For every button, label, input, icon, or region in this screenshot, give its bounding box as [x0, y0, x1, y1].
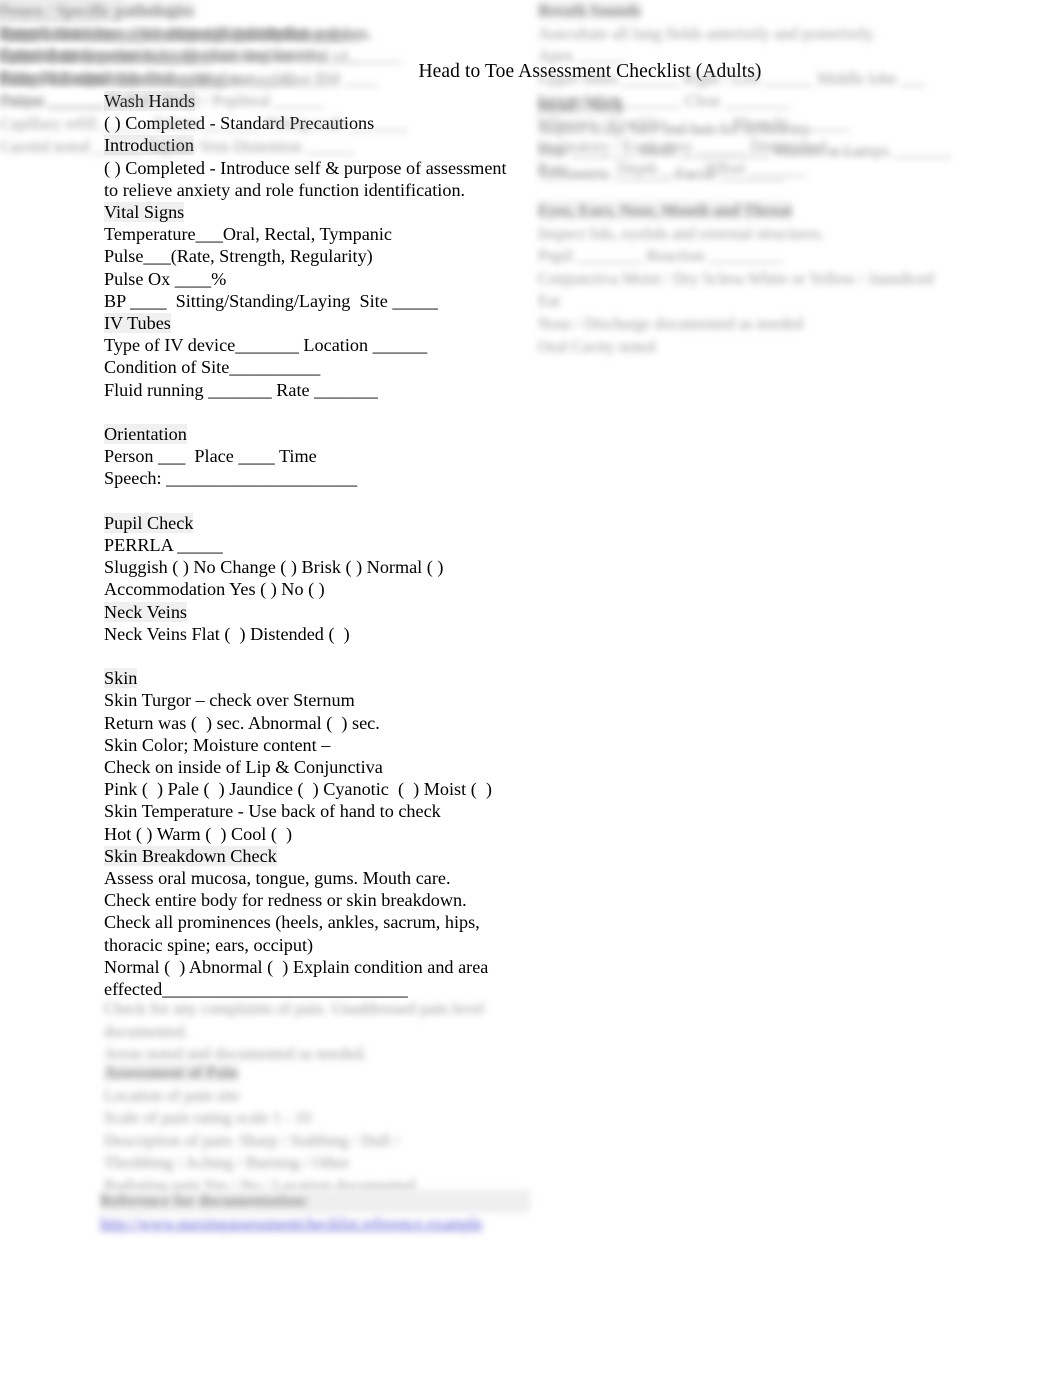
blurred-text-block-breath-sounds: Breath Sounds Auscultate all lung fields…	[538, 1, 926, 179]
checklist-line: Pulse Ox ____%	[104, 268, 227, 289]
blurred-section-heading: Breath Sounds	[538, 1, 642, 20]
section-heading: Vital Signs	[104, 202, 185, 223]
checklist-line: Sluggish ( ) No Change ( ) Brisk ( ) Nor…	[104, 557, 444, 578]
blurred-text-block-pain-note: Check for any complaints of pain. Unaddr…	[104, 999, 485, 1064]
blurred-text-block-eent: Eyes, Ears, Nose, Mouth and Throat Inspe…	[538, 201, 934, 356]
blurred-text-block-neuro-drainage: Neuro / Specific pathologies Specific as…	[0, 1, 402, 88]
checklist-line: Assess oral mucosa, tongue, gums. Mouth …	[104, 868, 451, 889]
blurred-hyperlink[interactable]: http://www.nursingassessmentchecklist.re…	[100, 1213, 530, 1236]
checklist-line: Pulse___(Rate, Strength, Regularity)	[104, 246, 373, 267]
blurred-reference-label: Reference for documentation:	[100, 1190, 530, 1213]
checklist-line: Check entire body for redness or skin br…	[104, 890, 467, 911]
checklist-line: Condition of Site__________	[104, 357, 321, 378]
checklist-line: Skin Turgor – check over Sternum	[104, 690, 355, 711]
checklist-line: Neck Veins Flat ( ) Distended ( )	[104, 623, 350, 644]
checklist-line: Pink ( ) Pale ( ) Jaundice ( ) Cyanotic …	[104, 779, 492, 800]
checklist-line: effected___________________________	[104, 979, 408, 1000]
checklist-line: Check on inside of Lip & Conjunctiva	[104, 757, 383, 778]
checklist-line: to relieve anxiety and role function ide…	[104, 179, 466, 200]
checklist-line: Temperature___Oral, Rectal, Tympanic	[104, 224, 393, 245]
section-heading: Neck Veins	[104, 601, 188, 622]
blurred-text-block-pain-assessment: Assessment of Pain Location of pain site…	[104, 1063, 416, 1195]
blurred-section-heading: Neuro / Specific pathologies	[0, 1, 195, 20]
blurred-section-heading: Eyes, Ears, Nose, Mouth and Throat	[538, 201, 793, 220]
checklist-line: ( ) Completed - Introduce self & purpose…	[104, 157, 507, 178]
section-heading: Skin Breakdown Check	[104, 845, 277, 866]
checklist-line: BP ____ Sitting/Standing/Laying Site ___…	[104, 290, 438, 311]
checklist-line: PERRLA _____	[104, 535, 223, 556]
section-heading: IV Tubes	[104, 313, 171, 334]
checklist-line: thoracic spine; ears, occiput)	[104, 934, 314, 955]
checklist-line: Return was ( ) sec. Abnormal ( ) sec.	[104, 712, 380, 733]
checklist-line: Hot ( ) Warm ( ) Cool ( )	[104, 823, 293, 844]
checklist-line: Check all prominences (heels, ankles, sa…	[104, 912, 480, 933]
section-heading: Orientation	[104, 424, 187, 445]
left-column-checklist: Wash Hands( ) Completed - Standard Preca…	[104, 90, 536, 1000]
checklist-line: Skin Color; Moisture content –	[104, 734, 331, 755]
checklist-line: Fluid running _______ Rate _______	[104, 379, 378, 400]
blurred-reference-link-block[interactable]: Reference for documentation: http://www.n…	[100, 1190, 530, 1235]
checklist-line: Accommodation Yes ( ) No ( )	[104, 579, 325, 600]
checklist-line: Speech: _____________________	[104, 468, 358, 489]
checklist-line: Person ___ Place ____ Time	[104, 446, 317, 467]
section-heading: Pupil Check	[104, 512, 194, 533]
blurred-section-heading: Assessment of Pain	[104, 1063, 238, 1082]
checklist-line: Type of IV device_______ Location ______	[104, 335, 428, 356]
checklist-line: Normal ( ) Abnormal ( ) Explain conditio…	[104, 956, 489, 977]
checklist-line: Skin Temperature - Use back of hand to c…	[104, 801, 441, 822]
document-page: Head to Toe Assessment Checklist (Adults…	[0, 0, 1062, 1377]
section-heading: Skin	[104, 668, 138, 689]
